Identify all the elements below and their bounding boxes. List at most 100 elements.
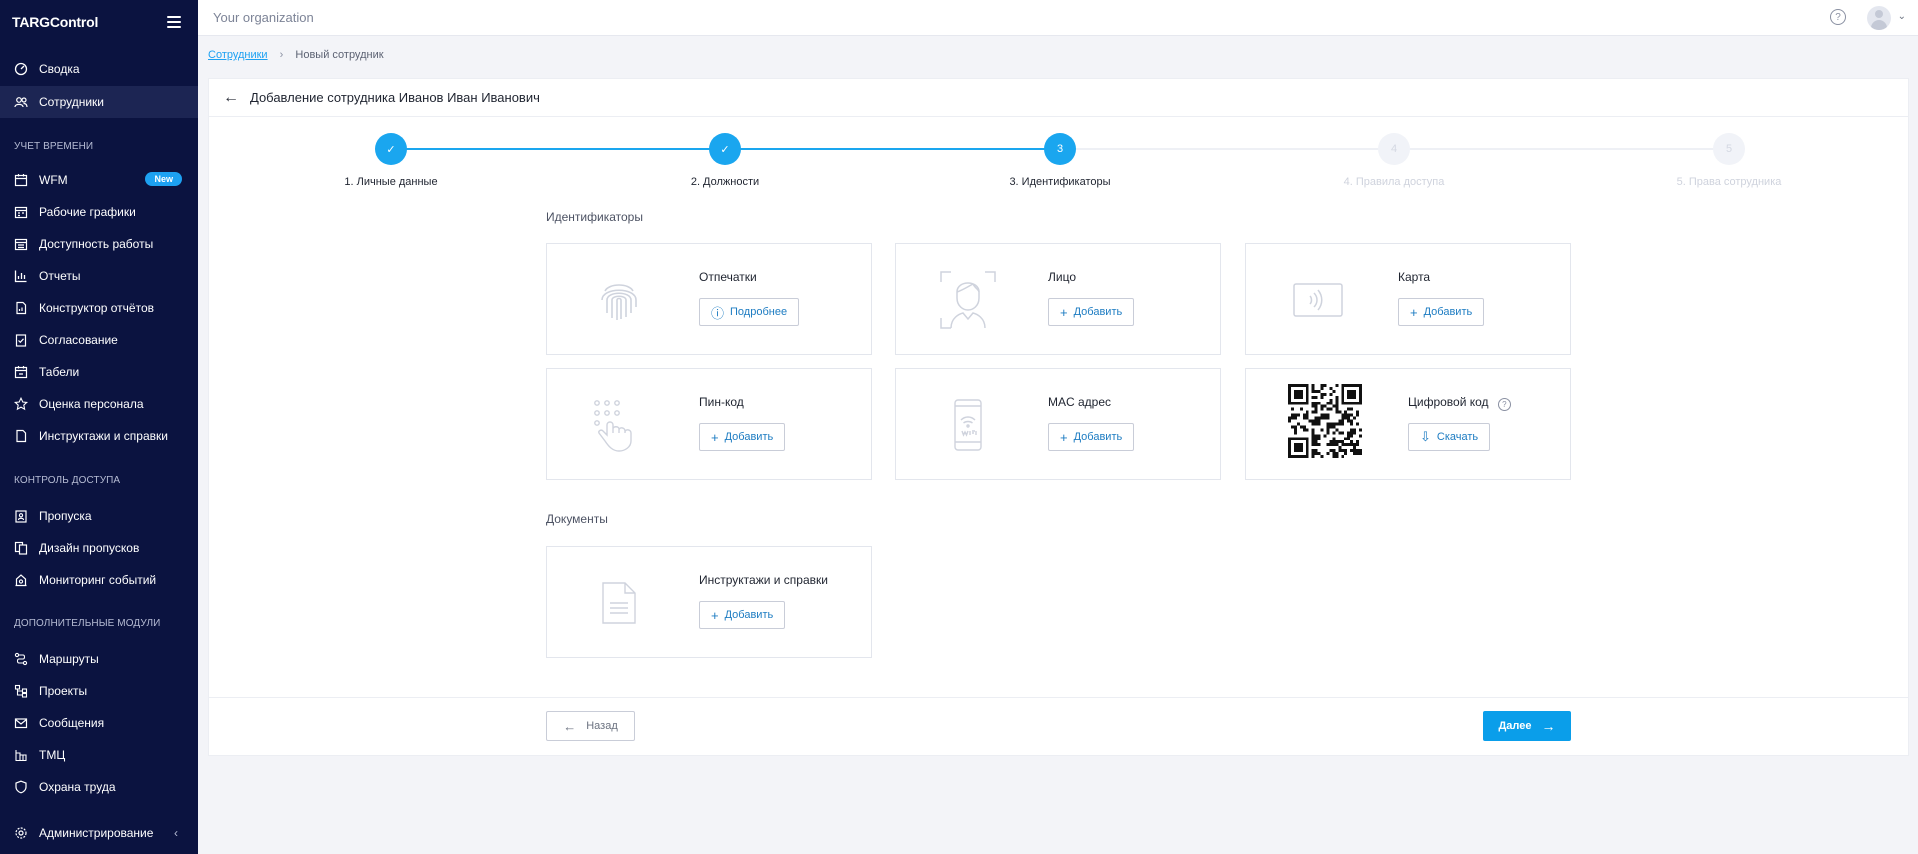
identifier-tile-face: Лицо + Добавить: [895, 243, 1221, 355]
keypad-icon: [587, 393, 651, 457]
sidebar-item-wfm[interactable]: WFM New: [0, 164, 198, 196]
inventory-icon: [14, 748, 28, 762]
sidebar-item-timesheets[interactable]: Табели: [0, 356, 198, 388]
footer-divider: [209, 697, 1908, 698]
fingerprints-details-button[interactable]: ⓘ Подробнее: [699, 298, 800, 326]
sidebar-item-labor-safety[interactable]: Охрана труда: [0, 771, 198, 803]
gear-icon: [14, 826, 28, 840]
button-label: Добавить: [1423, 306, 1473, 318]
pass-design-icon: [14, 541, 28, 555]
briefings-add-button[interactable]: + Добавить: [699, 601, 786, 629]
card-header: ← Добавление сотрудника Иванов Иван Иван…: [209, 79, 1908, 117]
help-icon[interactable]: ?: [1830, 9, 1846, 25]
section-additional-modules: ДОПОЛНИТЕЛЬНЫЕ МОДУЛИ: [14, 618, 161, 629]
brand-logo[interactable]: TARGControl: [12, 14, 98, 30]
identifier-tile-digital-code: Цифровой код ? ⇩ Скачать: [1245, 368, 1571, 480]
sidebar-item-label: Табели: [39, 365, 80, 379]
arrow-right-icon: →: [1541, 718, 1556, 734]
download-icon: ⇩: [1420, 429, 1431, 444]
digital-code-download-button[interactable]: ⇩ Скачать: [1408, 423, 1491, 451]
sidebar-item-label: Маршруты: [39, 652, 99, 666]
tile-name: Отпечатки: [699, 270, 757, 284]
sidebar-item-report-builder[interactable]: Конструктор отчётов: [0, 292, 198, 324]
sidebar-item-label: Сводка: [39, 62, 80, 76]
sidebar-item-label: Отчеты: [39, 269, 81, 283]
sidebar-item-label: Проекты: [39, 684, 88, 698]
chevron-down-icon[interactable]: ⌄: [1898, 11, 1906, 22]
sidebar-item-availability[interactable]: Доступность работы: [0, 228, 198, 260]
sidebar: TARGControl Сводка Сотрудники УЧЕТ ВРЕМЕ…: [0, 0, 198, 854]
button-label: Подробнее: [730, 306, 788, 318]
monitoring-icon: [14, 573, 28, 587]
button-label: Далее: [1498, 720, 1532, 732]
star-icon: [14, 397, 28, 411]
sidebar-item-routes[interactable]: Маршруты: [0, 643, 198, 675]
mail-icon: [14, 716, 28, 730]
sidebar-item-label: Оценка персонала: [39, 397, 144, 411]
sidebar-item-event-monitoring[interactable]: Мониторинг событий: [0, 564, 198, 596]
availability-icon: [14, 237, 28, 251]
document-tile-briefings: Инструктажи и справки + Добавить: [546, 546, 872, 658]
identifier-tile-card: Карта + Добавить: [1245, 243, 1571, 355]
sidebar-item-label: Охрана труда: [39, 780, 116, 794]
sidebar-item-label: Мониторинг событий: [39, 573, 157, 587]
sidebar-item-employees[interactable]: Сотрудники: [0, 86, 198, 118]
tile-name: Цифровой код ?: [1408, 395, 1511, 411]
sidebar-item-staff-evaluation[interactable]: Оценка персонала: [0, 388, 198, 420]
sidebar-item-label: Сообщения: [39, 716, 105, 730]
badge-icon: [14, 509, 28, 523]
sidebar-item-administration[interactable]: Администрирование ‹: [0, 817, 198, 849]
page-title: Добавление сотрудника Иванов Иван Иванов…: [250, 90, 540, 105]
identifier-tile-fingerprints: Отпечатки ⓘ Подробнее: [546, 243, 872, 355]
sidebar-item-briefings[interactable]: Инструктажи и справки: [0, 420, 198, 452]
sidebar-item-summary[interactable]: Сводка: [0, 53, 198, 85]
info-icon: ⓘ: [711, 305, 725, 321]
schedule-icon: [14, 205, 28, 219]
documents-title: Документы: [546, 512, 608, 526]
breadcrumb-separator: ›: [279, 49, 284, 61]
sidebar-item-approval[interactable]: Согласование: [0, 324, 198, 356]
sidebar-item-label: Администрирование: [39, 826, 154, 840]
avatar[interactable]: [1867, 6, 1891, 30]
plus-icon: +: [1060, 429, 1068, 445]
qr-code-icon: [1288, 384, 1362, 458]
sidebar-item-schedules[interactable]: Рабочие графики: [0, 196, 198, 228]
button-label: Добавить: [724, 431, 774, 443]
plus-icon: +: [1410, 304, 1418, 320]
breadcrumb-employees-link[interactable]: Сотрудники: [208, 49, 268, 61]
timesheet-icon: [14, 365, 28, 379]
sidebar-item-projects[interactable]: Проекты: [0, 675, 198, 707]
pin-add-button[interactable]: + Добавить: [699, 423, 786, 451]
projects-icon: [14, 684, 28, 698]
card-add-button[interactable]: + Добавить: [1398, 298, 1485, 326]
tile-name-text: Цифровой код: [1408, 395, 1489, 409]
sidebar-item-inventory[interactable]: ТМЦ: [0, 739, 198, 771]
sidebar-item-passes[interactable]: Пропуска: [0, 500, 198, 532]
step-2-label: 2. Должности: [690, 176, 760, 188]
step-1-label: 1. Личные данные: [344, 176, 438, 188]
sidebar-item-reports[interactable]: Отчеты: [0, 260, 198, 292]
plus-icon: +: [711, 429, 719, 445]
back-button[interactable]: ← Назад: [546, 711, 635, 741]
organization-name[interactable]: Your organization: [213, 10, 314, 25]
step-2-check-icon: ✓: [709, 133, 741, 165]
sidebar-item-label: Пропуска: [39, 509, 92, 523]
question-icon[interactable]: ?: [1497, 398, 1511, 411]
sidebar-item-label: Рабочие графики: [39, 205, 136, 219]
sidebar-item-pass-design[interactable]: Дизайн пропусков: [0, 532, 198, 564]
back-arrow-icon[interactable]: ←: [223, 89, 239, 107]
document-icon: [587, 571, 651, 635]
identifier-tile-pin: Пин-код + Добавить: [546, 368, 872, 480]
report-builder-icon: [14, 301, 28, 315]
sidebar-item-messages[interactable]: Сообщения: [0, 707, 198, 739]
route-icon: [14, 652, 28, 666]
calendar-icon: [14, 173, 28, 187]
button-label: Добавить: [1073, 306, 1123, 318]
collapse-sidebar-icon[interactable]: ‹: [174, 826, 178, 840]
new-badge: New: [145, 172, 182, 186]
phone-wifi-icon: [936, 393, 1000, 457]
menu-toggle-icon[interactable]: [167, 16, 181, 28]
face-add-button[interactable]: + Добавить: [1048, 298, 1135, 326]
mac-add-button[interactable]: + Добавить: [1048, 423, 1135, 451]
next-button[interactable]: Далее →: [1483, 711, 1571, 741]
